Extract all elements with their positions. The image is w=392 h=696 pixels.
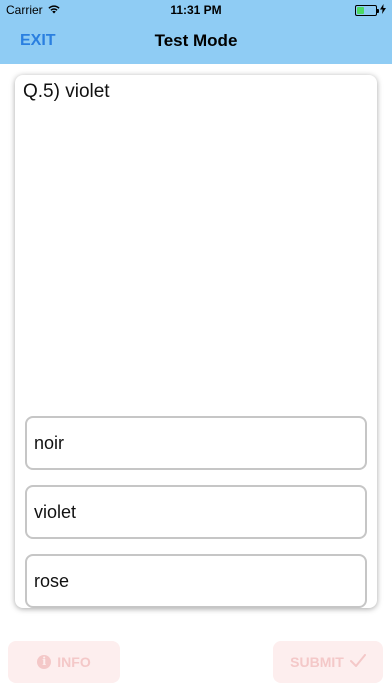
nav-bar: EXIT Test Mode	[0, 20, 392, 64]
answer-option-label: violet	[34, 501, 77, 522]
status-right	[355, 3, 386, 17]
answer-option-violet[interactable]: violet	[25, 485, 367, 539]
answer-option-rose[interactable]: rose	[25, 554, 367, 608]
battery-fill	[357, 6, 365, 14]
submit-button[interactable]: SUBMIT	[273, 641, 383, 683]
charging-bolt-icon	[380, 3, 386, 17]
info-button[interactable]: i INFO	[8, 641, 120, 683]
question-card: Q.5) violet noir violet rose	[15, 75, 377, 608]
question-text: Q.5) violet	[23, 81, 110, 102]
top-bar: Carrier 11:31 PM EXIT Test Mode	[0, 0, 392, 64]
battery-cap	[377, 8, 379, 13]
answer-option-label: rose	[34, 570, 70, 591]
checkmark-icon	[349, 653, 366, 671]
answer-option-label: noir	[34, 432, 65, 453]
submit-button-label: SUBMIT	[290, 654, 344, 670]
status-time: 11:31 PM	[170, 3, 222, 17]
page-title: Test Mode	[154, 31, 238, 50]
answer-option-noir[interactable]: noir	[25, 416, 367, 470]
battery-icon	[355, 4, 379, 16]
status-bar: Carrier 11:31 PM	[0, 0, 392, 20]
info-icon: i	[37, 655, 52, 669]
info-button-label: INFO	[57, 654, 91, 670]
